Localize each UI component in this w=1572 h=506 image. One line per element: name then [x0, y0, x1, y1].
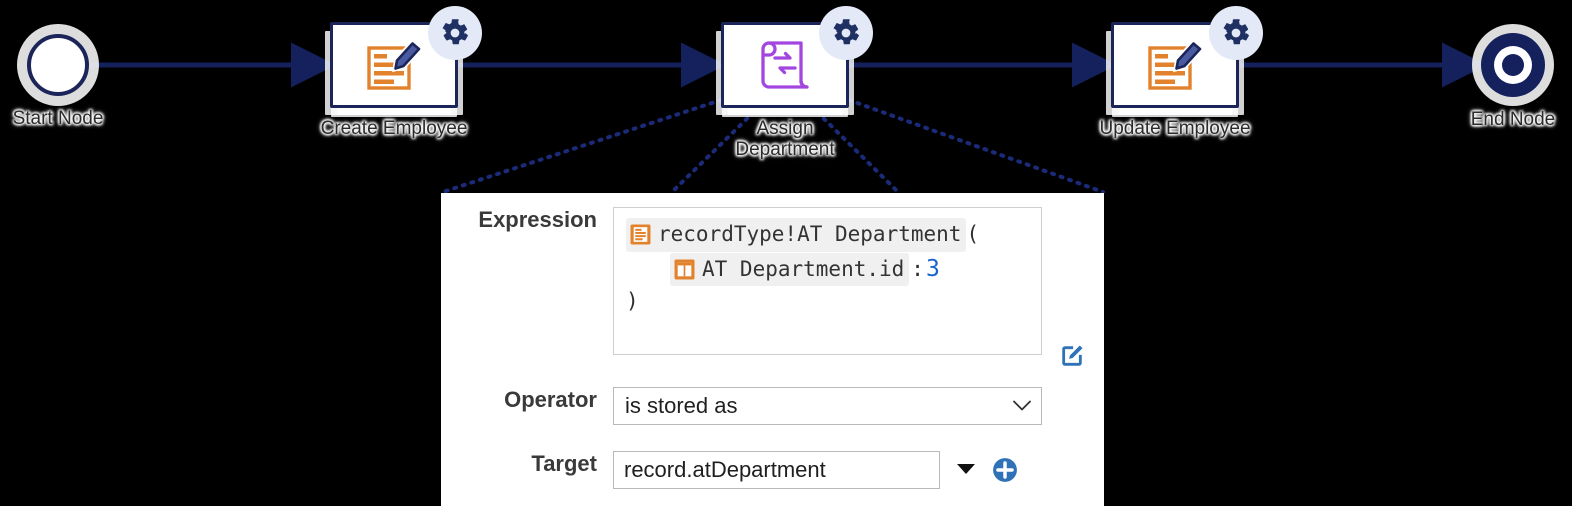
- start-circle-icon: [27, 34, 89, 96]
- operator-label: Operator: [504, 387, 597, 412]
- field-icon: [674, 259, 695, 280]
- operator-selected-value: is stored as: [625, 393, 738, 418]
- flow-node-label: Start Node: [12, 108, 104, 129]
- plus-circle-icon: [993, 458, 1017, 482]
- callout-line-right-outer: [847, 98, 1105, 194]
- expression-open-paren: (: [966, 221, 980, 246]
- gear-icon: [833, 19, 859, 45]
- edit-pencil-square-icon: [1062, 345, 1083, 366]
- recordtype-token-text: recordType!AT Department: [658, 222, 962, 246]
- flow-node-create-employee[interactable]: Create Employee: [320, 6, 482, 139]
- node-settings-badge[interactable]: [819, 6, 873, 60]
- end-ring-core: [1502, 54, 1524, 76]
- add-target-button[interactable]: [992, 457, 1018, 483]
- flow-node-label-line-1: Assign: [756, 118, 814, 139]
- flow-node-start[interactable]: Start Node: [13, 34, 103, 129]
- end-circle-icon: [1481, 33, 1545, 97]
- flow-node-label-line-2: Department: [735, 139, 835, 161]
- recordtype-token[interactable]: recordType!AT Department: [626, 218, 967, 252]
- flow-node-label: End Node: [1470, 109, 1556, 130]
- flow-node-label: Assign Department: [735, 118, 834, 161]
- field-token-text: AT Department.id: [702, 256, 905, 281]
- expression-line: recordType!AT Department (: [626, 218, 1029, 252]
- flow-node-assign-department[interactable]: Assign Department: [711, 6, 873, 160]
- document-pencil-icon: [1148, 39, 1204, 90]
- callout-line-left-outer: [441, 98, 723, 194]
- operator-row: Operator is stored as: [441, 387, 1042, 425]
- flow-node-label: Create Employee: [320, 118, 468, 139]
- expression-close-paren: ): [626, 289, 639, 314]
- flow-node-end[interactable]: End Node: [1471, 33, 1555, 130]
- process-modeler-canvas: Start Node Create Employee Assign Depart…: [0, 0, 1572, 506]
- flow-node-update-employee[interactable]: Update Employee: [1099, 6, 1263, 139]
- document-pencil-icon: [367, 39, 423, 90]
- edit-expression-button[interactable]: [1059, 343, 1085, 369]
- expression-editor[interactable]: recordType!AT Department ( AT Department…: [613, 207, 1042, 355]
- target-label: Target: [531, 451, 597, 476]
- node-settings-badge[interactable]: [428, 6, 482, 60]
- field-token[interactable]: AT Department.id: [670, 252, 910, 287]
- target-row: Target: [441, 451, 1018, 489]
- expression-line: ): [626, 286, 1029, 318]
- node-properties-panel: Expression recordType!AT Department (AT…: [441, 193, 1104, 506]
- operator-select[interactable]: is stored as: [613, 387, 1042, 425]
- target-dropdown-triangle-down-icon[interactable]: [957, 464, 975, 474]
- expression-label: Expression: [478, 207, 597, 232]
- expression-row: Expression recordType!AT Department (AT…: [441, 207, 1083, 366]
- flow-node-label: Update Employee: [1099, 118, 1251, 139]
- recordtype-icon: [630, 224, 651, 245]
- expression-number-literal: 3: [925, 255, 940, 282]
- gear-icon: [1223, 19, 1249, 45]
- end-ring-white: [1494, 46, 1532, 84]
- scroll-swap-icon: [761, 41, 809, 89]
- gear-icon: [442, 19, 468, 45]
- chevron-down-icon: [1013, 400, 1031, 411]
- expression-colon: :: [911, 256, 924, 281]
- node-settings-badge[interactable]: [1209, 6, 1263, 60]
- target-input[interactable]: [613, 451, 940, 489]
- expression-line: AT Department.id :3: [626, 252, 1029, 287]
